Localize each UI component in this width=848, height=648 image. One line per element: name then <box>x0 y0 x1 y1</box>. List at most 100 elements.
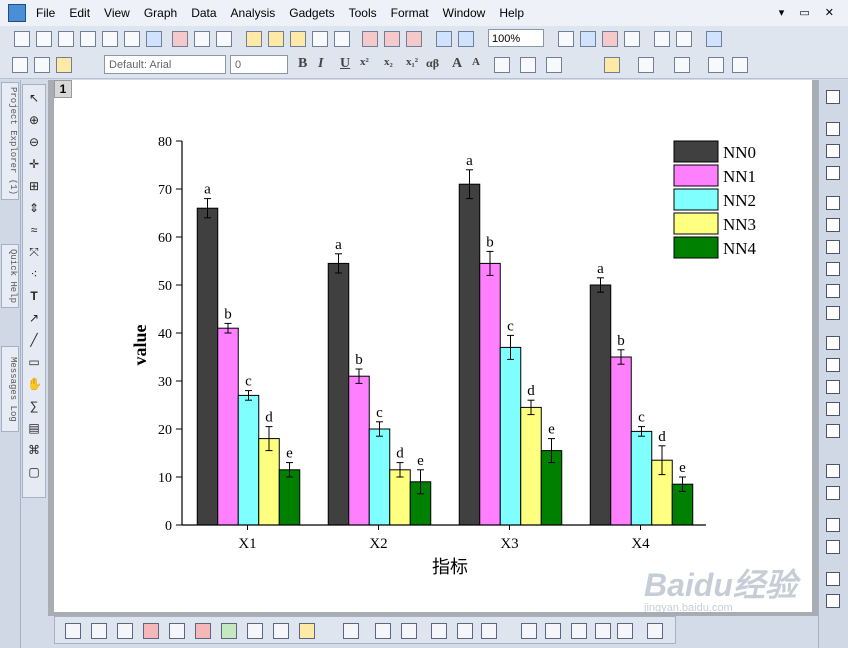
bubble-icon[interactable] <box>571 623 587 639</box>
align-bottom-icon[interactable] <box>826 540 840 554</box>
new-layout-icon[interactable] <box>172 31 188 47</box>
grid-icon[interactable] <box>732 57 748 73</box>
xyam-icon[interactable] <box>595 623 611 639</box>
split-graph-icon[interactable] <box>826 358 840 372</box>
menu-graph[interactable]: Graph <box>144 6 177 20</box>
region-tool-icon[interactable]: ▢ <box>27 465 41 479</box>
xyxy-icon[interactable] <box>617 623 633 639</box>
menu-analysis[interactable]: Analysis <box>231 6 276 20</box>
new-3d-icon[interactable] <box>194 31 210 47</box>
layer-tool-icon[interactable]: ▤ <box>27 421 41 435</box>
add-column-icon[interactable] <box>676 31 692 47</box>
polar-plot-icon[interactable] <box>247 623 263 639</box>
italic-button[interactable]: I <box>318 56 323 72</box>
menu-tools[interactable]: Tools <box>349 6 377 20</box>
line-tool-icon[interactable]: ╱ <box>27 333 41 347</box>
open-template-icon[interactable] <box>268 31 284 47</box>
font-color-icon[interactable] <box>546 57 562 73</box>
subscript-button[interactable]: x₂ <box>384 56 393 68</box>
3d-surface-icon[interactable] <box>343 623 359 639</box>
object-tool-icon[interactable]: ⌘ <box>27 443 41 457</box>
pointer-icon[interactable]: ↖ <box>27 91 41 105</box>
open-icon[interactable] <box>246 31 262 47</box>
3d-bars-icon[interactable] <box>401 623 417 639</box>
superscript-button[interactable]: x² <box>360 56 369 68</box>
symbol-icon[interactable] <box>708 57 724 73</box>
regional-mask-icon[interactable]: ⤧ <box>27 245 41 259</box>
zoom-select[interactable]: 100% <box>488 29 544 47</box>
project-explorer-tab[interactable]: Project Explorer (1) <box>1 82 19 200</box>
copy-page-icon[interactable] <box>580 31 596 47</box>
layer-contents-icon[interactable] <box>826 380 840 394</box>
menu-window[interactable]: Window <box>443 6 486 20</box>
equation-tool-icon[interactable]: ∑ <box>27 399 41 413</box>
data-selector-icon[interactable]: ⇕ <box>27 201 41 215</box>
contour-icon[interactable] <box>481 623 497 639</box>
layer-indicator[interactable]: 1 <box>54 80 72 98</box>
cut-icon[interactable] <box>12 57 28 73</box>
quick-help-tab[interactable]: Quick Help <box>1 244 19 308</box>
greek-button[interactable]: αβ <box>426 56 439 71</box>
new-worksheet-icon[interactable] <box>36 31 52 47</box>
save-project-icon[interactable] <box>312 31 328 47</box>
arrange-layers-icon[interactable] <box>826 144 840 158</box>
add-layer-inset-icon[interactable] <box>826 262 840 276</box>
duplicate-icon[interactable] <box>458 31 474 47</box>
stats-chart-icon[interactable] <box>169 623 185 639</box>
recalculate-icon[interactable] <box>436 31 452 47</box>
menu-file[interactable]: File <box>36 6 55 20</box>
menu-edit[interactable]: Edit <box>69 6 90 20</box>
font-name-select[interactable]: Default: Arial <box>104 55 226 74</box>
menu-view[interactable]: View <box>104 6 130 20</box>
menu-gadgets[interactable]: Gadgets <box>289 6 334 20</box>
date-time-icon[interactable] <box>826 402 840 416</box>
increase-font-button[interactable]: A <box>452 56 462 72</box>
decrease-font-button[interactable]: A <box>472 56 480 68</box>
table-icon[interactable] <box>826 424 840 438</box>
matrix-grid-icon[interactable] <box>431 623 447 639</box>
results-log-icon[interactable] <box>602 31 618 47</box>
template-plot-icon[interactable] <box>299 623 315 639</box>
area-plot-icon[interactable] <box>221 623 237 639</box>
project-explorer-icon[interactable] <box>706 31 722 47</box>
import-multiple-icon[interactable] <box>384 31 400 47</box>
paste-icon[interactable] <box>56 57 72 73</box>
add-layer-top-icon[interactable] <box>826 218 840 232</box>
layer-2-icon[interactable] <box>826 166 840 180</box>
menu-help[interactable]: Help <box>499 6 524 20</box>
zoom-in-icon[interactable]: ⊕ <box>27 113 41 127</box>
new-graph-icon[interactable] <box>58 31 74 47</box>
column-plot-icon[interactable] <box>143 623 159 639</box>
front-back-icon[interactable] <box>826 594 840 608</box>
layer-rescale-icon[interactable] <box>826 90 840 104</box>
new-matrix-icon[interactable] <box>80 31 96 47</box>
extract-layers-icon[interactable] <box>826 336 840 350</box>
screen-reader-icon[interactable]: ✛ <box>27 157 41 171</box>
align-icon[interactable] <box>494 57 510 73</box>
copy-icon[interactable] <box>34 57 50 73</box>
stock-plot-icon[interactable] <box>273 623 289 639</box>
import-ascii-icon[interactable] <box>362 31 378 47</box>
line-plot-icon[interactable] <box>65 623 81 639</box>
hand-tool-icon[interactable]: ✋ <box>27 377 42 391</box>
new-notes-icon[interactable] <box>124 31 140 47</box>
text-tool-icon[interactable]: T <box>27 289 41 303</box>
image-plot-icon[interactable] <box>457 623 473 639</box>
new-script-icon[interactable] <box>216 31 232 47</box>
new-function-icon[interactable] <box>146 31 162 47</box>
ternary-icon[interactable] <box>521 623 537 639</box>
open-excel-icon[interactable] <box>290 31 306 47</box>
rectangle-tool-icon[interactable]: ▭ <box>27 355 41 369</box>
fill-color-icon[interactable] <box>604 57 620 73</box>
line-symbol-icon[interactable] <box>117 623 133 639</box>
align-top-icon[interactable] <box>826 518 840 532</box>
merge-graph-icon[interactable] <box>826 122 840 136</box>
more-plots-icon[interactable] <box>647 623 663 639</box>
box-chart-icon[interactable] <box>195 623 211 639</box>
add-layer-bottom-icon[interactable] <box>826 196 840 210</box>
command-window-icon[interactable] <box>624 31 640 47</box>
add-layer-corner-icon[interactable] <box>826 284 840 298</box>
graph-page[interactable]: a b c d e X1 a b c d e X2 a b c d e X3 a b c d e X4 0 10 20 30 40 50 6… <box>54 80 812 612</box>
messages-log-tab[interactable]: Messages Log <box>1 346 19 432</box>
align-left-icon[interactable] <box>826 464 840 478</box>
